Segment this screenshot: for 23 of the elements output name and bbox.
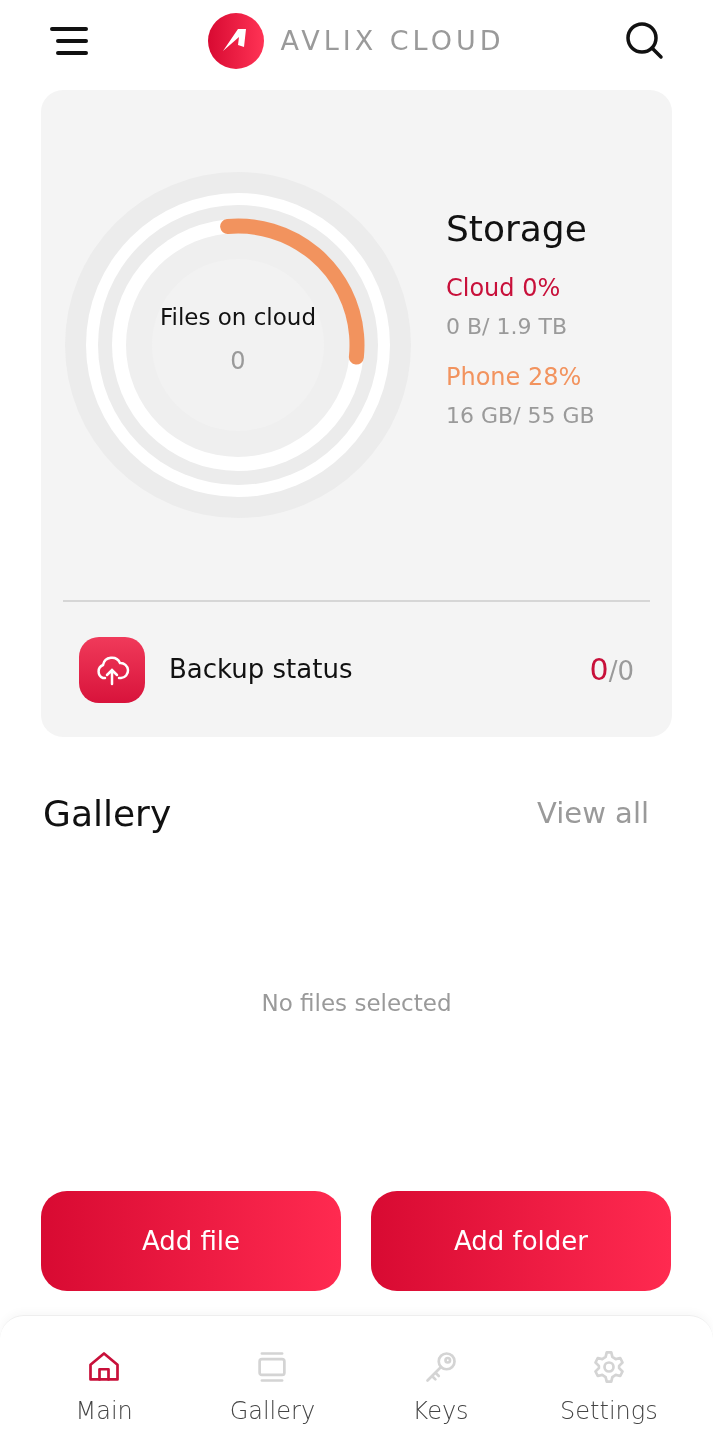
backup-total-count: /0 — [608, 656, 634, 686]
cloud-upload-icon — [79, 636, 145, 703]
add-button[interactable]: Add file — [41, 1191, 341, 1291]
brand-name: AVLIX CLOUD — [280, 23, 505, 58]
add-button[interactable]: Add folder — [371, 1191, 671, 1291]
nav-tab[interactable]: Gallery — [197, 1347, 348, 1430]
search-icon[interactable] — [625, 21, 665, 61]
storage-usage: 0 B/ 1.9 TB — [446, 313, 568, 341]
storage-label: Cloud 0% — [446, 273, 562, 304]
nav-tab[interactable]: Main — [29, 1347, 180, 1430]
nav-tab[interactable]: Settings — [533, 1347, 684, 1430]
section-title: Gallery — [43, 792, 172, 836]
backup-label: Backup status — [169, 653, 353, 686]
storage-title: Storage — [446, 207, 588, 251]
storage-usage: 16 GB/ 55 GB — [446, 402, 596, 430]
menu-icon[interactable] — [48, 26, 88, 56]
nav-tab[interactable]: Keys — [365, 1347, 516, 1430]
file-count: 0 — [229, 345, 247, 377]
logo-icon — [208, 13, 265, 69]
backup-done-count: 0 — [589, 652, 609, 687]
empty-message: No files selected — [261, 990, 452, 1016]
ring-label: Files on cloud — [159, 303, 317, 332]
storage-label: Phone 28% — [446, 362, 583, 393]
